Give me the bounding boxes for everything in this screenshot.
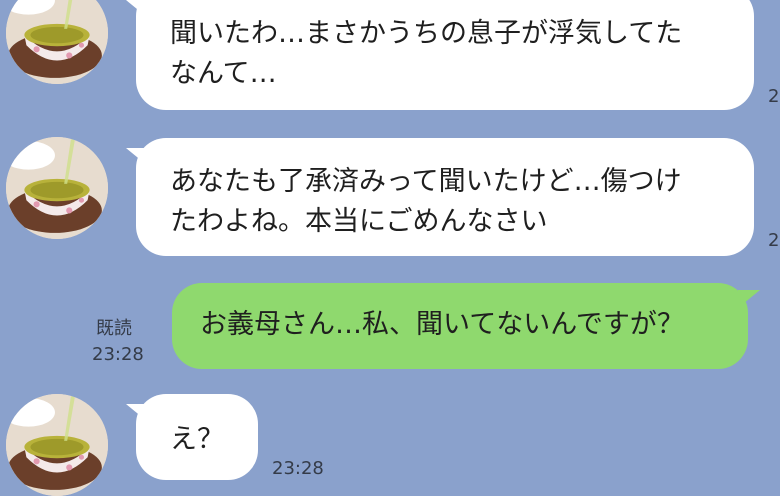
- message-bubble[interactable]: 聞いたわ…まさかうちの息子が浮気してた なんて…: [136, 0, 754, 110]
- message-time: 2: [768, 230, 780, 251]
- message-text: たわよね。本当にごめんなさい: [170, 206, 548, 237]
- message-time: 2: [768, 86, 780, 107]
- avatar[interactable]: [6, 137, 108, 239]
- message-bubble[interactable]: あなたも了承済みって聞いたけど…傷つけ たわよね。本当にごめんなさい: [136, 138, 754, 256]
- avatar[interactable]: [6, 394, 108, 496]
- read-receipt: 既読: [96, 318, 132, 339]
- message-text: 聞いたわ…まさかうちの息子が浮気してた: [170, 18, 683, 49]
- message-text: え？: [170, 424, 224, 455]
- message-text: あなたも了承済みって聞いたけど…傷つけ: [170, 166, 682, 197]
- message-bubble[interactable]: お義母さん…私、聞いてないんですが？: [172, 283, 748, 369]
- message-text: お義母さん…私、聞いてないんですが？: [200, 309, 684, 340]
- bubble-tail: [738, 290, 760, 308]
- tea-cup-icon: [6, 0, 108, 84]
- message-bubble[interactable]: え？: [136, 394, 258, 480]
- message-time: 23:28: [92, 344, 144, 365]
- avatar[interactable]: [6, 0, 108, 84]
- tea-cup-icon: [6, 137, 108, 239]
- message-time: 23:28: [272, 458, 324, 479]
- tea-cup-icon: [6, 394, 108, 496]
- message-text: なんて…: [170, 58, 277, 89]
